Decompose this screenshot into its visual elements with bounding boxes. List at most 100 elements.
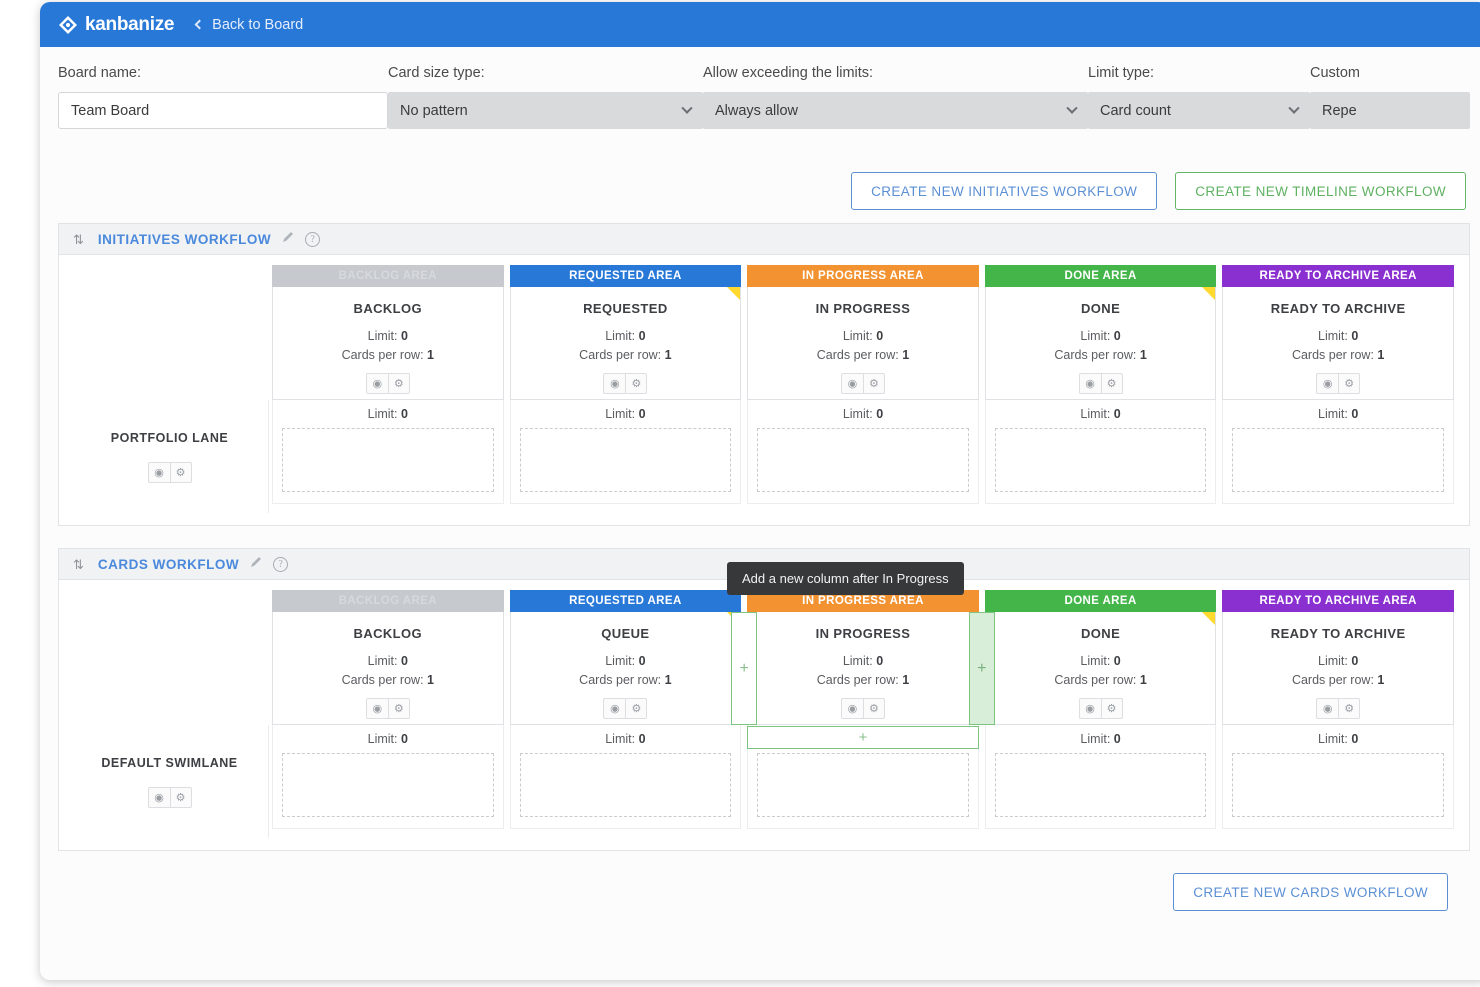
cards-workflow-title: CARDS WORKFLOW — [98, 557, 239, 572]
column-card-backlog[interactable]: BACKLOG Limit: 0 Cards per row: 1 ◉ ⚙ — [272, 612, 504, 725]
lane-label-portfolio[interactable]: PORTFOLIO LANE ◉ ⚙ — [71, 400, 269, 513]
lane-label-default-swimlane[interactable]: DEFAULT SWIMLANE ◉ ⚙ — [71, 725, 269, 838]
brand-name: kanbanize — [85, 14, 174, 36]
back-to-board-link[interactable]: Back to Board — [196, 17, 303, 33]
card-size-type-select[interactable]: No pattern — [388, 92, 703, 129]
board-name-input[interactable] — [58, 92, 388, 129]
paint-palette-icon[interactable]: ◉ — [1317, 374, 1338, 393]
lane-cell-limit: Limit: 0 — [282, 732, 494, 746]
lane-cell[interactable]: Limit: 0 — [985, 400, 1217, 504]
gear-icon[interactable]: ⚙ — [1338, 699, 1359, 718]
lane-drop-zone[interactable] — [282, 428, 494, 492]
area-header-ready-to-archive[interactable]: READY TO ARCHIVE AREA — [1222, 265, 1454, 287]
area-header-backlog[interactable]: BACKLOG AREA — [272, 590, 504, 612]
limit-label: Limit: — [843, 654, 873, 668]
gear-icon[interactable]: ⚙ — [625, 699, 646, 718]
area-header-done[interactable]: DONE AREA — [985, 265, 1217, 287]
field-board-name: Board name: — [58, 65, 388, 159]
paint-palette-icon[interactable]: ◉ — [842, 374, 863, 393]
column-card-ready-to-archive[interactable]: READY TO ARCHIVE Limit: 0 Cards per row:… — [1222, 287, 1454, 400]
pencil-edit-icon[interactable] — [281, 230, 295, 249]
gear-icon[interactable]: ⚙ — [388, 699, 409, 718]
lane-drop-zone[interactable] — [520, 428, 732, 492]
column-card-done[interactable]: DONE Limit: 0 Cards per row: 1 ◉ ⚙ — [985, 287, 1217, 400]
gear-icon[interactable]: ⚙ — [1338, 374, 1359, 393]
area-header-requested[interactable]: REQUESTED AREA — [510, 265, 742, 287]
custom-select[interactable]: Repe — [1310, 92, 1470, 129]
paint-palette-icon[interactable]: ◉ — [149, 463, 170, 482]
paint-palette-icon[interactable]: ◉ — [1317, 699, 1338, 718]
paint-palette-icon[interactable]: ◉ — [604, 699, 625, 718]
lane-drop-zone[interactable] — [1232, 428, 1444, 492]
lane-cell[interactable]: Limit: 0 — [1222, 725, 1454, 829]
column-name: DONE — [986, 626, 1216, 641]
gear-icon[interactable]: ⚙ — [863, 699, 884, 718]
paint-palette-icon[interactable]: ◉ — [367, 374, 388, 393]
column-icon-group: ◉ ⚙ — [603, 373, 647, 394]
brand-logo[interactable]: kanbanize — [58, 14, 174, 36]
gear-icon[interactable]: ⚙ — [170, 788, 191, 807]
area-header-done[interactable]: DONE AREA — [985, 590, 1217, 612]
column-card-in-progress[interactable]: IN PROGRESS Limit: 0 Cards per row: 1 ◉ … — [747, 612, 979, 725]
paint-palette-icon[interactable]: ◉ — [604, 374, 625, 393]
kanbanize-diamond-logo-icon — [58, 15, 78, 35]
lane-drop-zone[interactable] — [757, 428, 969, 492]
create-initiatives-workflow-button[interactable]: CREATE NEW INITIATIVES WORKFLOW — [851, 172, 1157, 210]
paint-palette-icon[interactable]: ◉ — [1080, 699, 1101, 718]
lane-drop-zone[interactable] — [995, 753, 1207, 817]
field-limit-type: Limit type: Card count — [1088, 65, 1310, 159]
column-card-backlog[interactable]: BACKLOG Limit: 0 Cards per row: 1 ◉ ⚙ — [272, 287, 504, 400]
cards-workflow-footer: CREATE NEW CARDS WORKFLOW — [58, 851, 1470, 911]
limit-type-select[interactable]: Card count — [1088, 92, 1310, 129]
gear-icon[interactable]: ⚙ — [1101, 699, 1122, 718]
column-card-done[interactable]: DONE Limit: 0 Cards per row: 1 ◉ ⚙ — [985, 612, 1217, 725]
help-question-icon[interactable]: ? — [305, 232, 320, 247]
area-header-requested[interactable]: REQUESTED AREA — [510, 590, 742, 612]
lane-cell[interactable]: Limit: 0 — [747, 400, 979, 504]
paint-palette-icon[interactable]: ◉ — [149, 788, 170, 807]
column-card-requested[interactable]: REQUESTED Limit: 0 Cards per row: 1 ◉ ⚙ — [510, 287, 742, 400]
area-header-ready-to-archive[interactable]: READY TO ARCHIVE AREA — [1222, 590, 1454, 612]
column-card-queue[interactable]: QUEUE Limit: 0 Cards per row: 1 ◉ ⚙ — [510, 612, 742, 725]
add-column-before-in-progress-button[interactable]: + — [731, 612, 757, 725]
lane-drop-zone[interactable] — [520, 753, 732, 817]
lane-cell[interactable]: Limit: 0 — [1222, 400, 1454, 504]
limit-label: Limit: — [605, 329, 635, 343]
gear-icon[interactable]: ⚙ — [388, 374, 409, 393]
area-header-backlog[interactable]: BACKLOG AREA — [272, 265, 504, 287]
add-column-after-in-progress-button[interactable]: + — [969, 612, 995, 725]
lane-drop-zone[interactable] — [757, 753, 969, 817]
lane-cell[interactable]: Limit: 0 — [272, 400, 504, 504]
lane-cell[interactable]: Limit: 0 — [510, 400, 742, 504]
gear-icon[interactable]: ⚙ — [1101, 374, 1122, 393]
lane-drop-zone[interactable] — [282, 753, 494, 817]
limit-value: 0 — [876, 654, 883, 668]
cards-per-row-label: Cards per row: — [1292, 348, 1374, 362]
limit-value: 0 — [1114, 329, 1121, 343]
paint-palette-icon[interactable]: ◉ — [1080, 374, 1101, 393]
create-timeline-workflow-button[interactable]: CREATE NEW TIMELINE WORKFLOW — [1175, 172, 1466, 210]
area-header-in-progress[interactable]: IN PROGRESS AREA — [747, 265, 979, 287]
column-icon-group: ◉ ⚙ — [841, 373, 885, 394]
sort-arrows-icon[interactable]: ⇅ — [73, 558, 84, 571]
gear-icon[interactable]: ⚙ — [625, 374, 646, 393]
lane-cell[interactable]: Limit: 0 — [985, 725, 1217, 829]
column-card-ready-to-archive[interactable]: READY TO ARCHIVE Limit: 0 Cards per row:… — [1222, 612, 1454, 725]
allow-exceeding-select[interactable]: Always allow — [703, 92, 1088, 129]
lane-drop-zone[interactable] — [1232, 753, 1444, 817]
help-question-icon[interactable]: ? — [273, 557, 288, 572]
limit-label: Limit: — [1318, 407, 1348, 421]
column-card-in-progress[interactable]: IN PROGRESS Limit: 0 Cards per row: 1 ◉ … — [747, 287, 979, 400]
lane-cell[interactable]: Limit: 0 — [272, 725, 504, 829]
gear-icon[interactable]: ⚙ — [863, 374, 884, 393]
create-cards-workflow-button[interactable]: CREATE NEW CARDS WORKFLOW — [1173, 873, 1448, 911]
lane-drop-zone[interactable] — [995, 428, 1207, 492]
sort-arrows-icon[interactable]: ⇅ — [73, 233, 84, 246]
gear-icon[interactable]: ⚙ — [170, 463, 191, 482]
lane-cell[interactable]: Limit: 0 — [510, 725, 742, 829]
paint-palette-icon[interactable]: ◉ — [842, 699, 863, 718]
paint-palette-icon[interactable]: ◉ — [367, 699, 388, 718]
pencil-edit-icon[interactable] — [249, 555, 263, 574]
column-name: BACKLOG — [273, 301, 503, 316]
add-lane-below-button[interactable]: + — [747, 726, 979, 749]
